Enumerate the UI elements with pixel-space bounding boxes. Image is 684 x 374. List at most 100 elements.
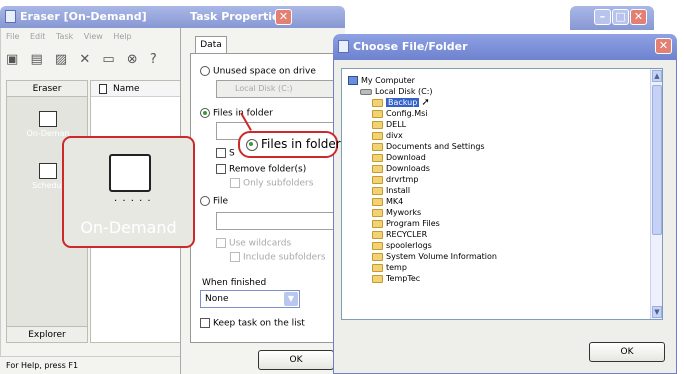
list-header[interactable]: Name [91,81,189,97]
menu-task[interactable]: Task [56,32,73,41]
tree-item-folder[interactable]: Myworks [372,207,421,218]
on-demand-callout-label: On-Demand [80,218,177,237]
folder-icon [372,109,383,118]
folder-icon [372,263,383,272]
tree-item-folder[interactable]: Backup ➚ [372,97,430,108]
folder-icon [372,98,383,107]
on-demand-icon [39,111,57,127]
task-properties-title: Task Properties [190,10,287,23]
sidebar-item-on-demand[interactable]: On-Deman [7,111,89,138]
tree-item-folder[interactable]: Documents and Settings [372,141,485,152]
use-wildcards-option[interactable]: Use wildcards [216,238,291,249]
folder-icon [372,230,383,239]
task-properties-titlebar[interactable]: Task Properties [180,6,345,28]
tree-item-folder[interactable]: MK4 [372,196,403,207]
tree-item-folder[interactable]: System Volume Information [372,251,497,262]
close-icon[interactable]: ✕ [655,38,672,54]
sidebar-header: Eraser [7,81,87,97]
folder-icon [372,252,383,261]
only-subfolders-option[interactable]: Only subfolders [230,178,313,189]
menu-file[interactable]: File [6,32,19,41]
checkbox-remove-folders[interactable] [216,164,226,174]
unused-space-option[interactable]: Unused space on drive [200,66,316,77]
close-icon[interactable]: ✕ [275,9,292,25]
help-icon[interactable]: ? [150,52,157,67]
open-icon[interactable]: ▤ [30,52,42,67]
file-option[interactable]: File [200,196,228,207]
radio-file[interactable] [200,196,210,206]
checkbox-subfolders[interactable] [216,148,226,158]
menu-edit[interactable]: Edit [30,32,46,41]
tree-item-folder[interactable]: RECYCLER [372,229,427,240]
computer-icon [348,76,358,85]
tree-item-folder[interactable]: spoolerlogs [372,240,432,251]
checkbox-include-subfolders[interactable] [230,252,240,262]
new-icon[interactable]: ▣ [6,52,18,67]
tab-data[interactable]: Data [195,36,227,54]
subfolders-option[interactable]: S [216,148,235,159]
menu-help[interactable]: Help [113,32,131,41]
tree-item-folder[interactable]: Install [372,185,410,196]
radio-files-in-folder-zoom [246,138,258,151]
minimize-icon[interactable]: – [594,9,611,25]
choose-ok-button[interactable]: OK [589,342,665,362]
file-path-input[interactable] [216,212,336,230]
checkbox-keep-task[interactable] [200,318,210,328]
tree-item-folder[interactable]: drvrtmp [372,174,418,185]
choose-titlebar[interactable]: Choose File/Folder ✕ [333,34,677,60]
scheduler-icon [39,163,57,179]
stop-icon[interactable]: ⊗ [127,52,138,67]
folder-icon [372,142,383,151]
document-icon [5,10,16,23]
folder-tree[interactable]: My Computer Local Disk (C:) Backup ➚ Conf… [341,68,663,320]
checkbox-use-wildcards[interactable] [216,238,226,248]
folder-icon [372,274,383,283]
files-in-folder-option[interactable]: Files in folder [200,108,273,119]
tree-item-folder[interactable]: DELL [372,119,406,130]
scroll-up-icon[interactable]: ▲ [652,70,662,82]
menubar: File Edit Task View Help [6,32,140,41]
tree-item-folder[interactable]: Config.Msi [372,108,428,119]
tree-scrollbar[interactable]: ▲ ▼ [650,69,662,319]
folder-icon [372,219,383,228]
tree-item-folder[interactable]: temp [372,262,407,273]
sidebar-footer[interactable]: Explorer [7,326,87,342]
drive-select[interactable]: Local Disk (C:) [216,80,336,98]
maximize-icon[interactable]: □ [612,9,629,25]
folder-icon [372,153,383,162]
close-icon[interactable]: ✕ [630,9,647,25]
when-finished-label: When finished [202,278,267,288]
background-window-titlebar: – □ ✕ [570,6,654,30]
delete-icon[interactable]: ✕ [79,52,90,67]
copy-icon[interactable]: ▭ [102,52,114,67]
menu-view[interactable]: View [84,32,103,41]
tree-item-my-computer[interactable]: My Computer [348,75,415,86]
scrollbar-thumb[interactable] [652,85,662,235]
document-icon [338,40,349,53]
tree-item-local-disk[interactable]: Local Disk (C:) [360,86,433,97]
tree-item-folder[interactable]: Downloads [372,163,430,174]
folder-icon [372,164,383,173]
tree-item-folder[interactable]: TempTec [372,273,420,284]
radio-files-in-folder[interactable] [200,108,210,118]
radio-unused-space[interactable] [200,66,210,76]
folder-icon [372,241,383,250]
remove-folders-option[interactable]: Remove folder(s) [216,164,306,175]
disk-icon [360,88,372,95]
tree-item-folder[interactable]: Program Files [372,218,440,229]
on-demand-callout: · · · · · On-Demand [62,136,195,248]
eraser-titlebar[interactable]: Eraser [On-Demand] [0,6,190,28]
files-in-folder-callout: Files in folder [238,131,341,158]
keep-task-option[interactable]: Keep task on the list [200,318,305,329]
checkbox-only-subfolders[interactable] [230,178,240,188]
tree-item-folder[interactable]: Download [372,152,426,163]
tree-item-folder[interactable]: divx [372,130,403,141]
folder-icon [372,197,383,206]
include-subfolders-option[interactable]: Include subfolders [230,252,326,263]
when-finished-select[interactable]: None ▼ [200,290,300,308]
folder-icon [372,175,383,184]
scroll-down-icon[interactable]: ▼ [652,306,662,318]
task-ok-button[interactable]: OK [258,350,334,370]
properties-icon[interactable]: ▨ [55,52,67,67]
status-bar: For Help, press F1 [0,356,190,374]
